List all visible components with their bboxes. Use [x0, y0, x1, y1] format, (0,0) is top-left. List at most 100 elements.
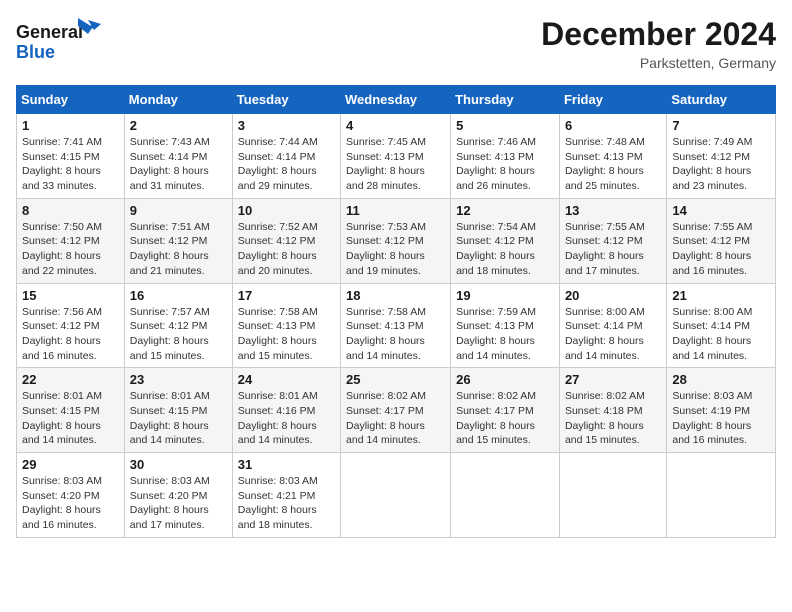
day-number: 5	[456, 118, 554, 133]
svg-text:Blue: Blue	[16, 42, 55, 62]
calendar-week-row: 1 Sunrise: 7:41 AMSunset: 4:15 PMDaylight…	[17, 114, 776, 199]
calendar-cell: 12 Sunrise: 7:54 AMSunset: 4:12 PMDayligh…	[451, 198, 560, 283]
day-info: Sunrise: 7:45 AMSunset: 4:13 PMDaylight:…	[346, 135, 445, 194]
calendar-cell: 21 Sunrise: 8:00 AMSunset: 4:14 PMDayligh…	[667, 283, 776, 368]
calendar-week-row: 22 Sunrise: 8:01 AMSunset: 4:15 PMDayligh…	[17, 368, 776, 453]
location: Parkstetten, Germany	[541, 55, 776, 71]
day-number: 27	[565, 372, 661, 387]
day-number: 3	[238, 118, 335, 133]
day-info: Sunrise: 7:56 AMSunset: 4:12 PMDaylight:…	[22, 305, 119, 364]
weekday-header-saturday: Saturday	[667, 86, 776, 114]
day-number: 23	[130, 372, 227, 387]
day-info: Sunrise: 8:03 AMSunset: 4:20 PMDaylight:…	[130, 474, 227, 533]
day-number: 22	[22, 372, 119, 387]
day-info: Sunrise: 8:00 AMSunset: 4:14 PMDaylight:…	[672, 305, 770, 364]
day-info: Sunrise: 7:43 AMSunset: 4:14 PMDaylight:…	[130, 135, 227, 194]
day-number: 24	[238, 372, 335, 387]
day-number: 12	[456, 203, 554, 218]
calendar-week-row: 8 Sunrise: 7:50 AMSunset: 4:12 PMDaylight…	[17, 198, 776, 283]
day-number: 11	[346, 203, 445, 218]
day-info: Sunrise: 7:58 AMSunset: 4:13 PMDaylight:…	[238, 305, 335, 364]
day-info: Sunrise: 7:55 AMSunset: 4:12 PMDaylight:…	[565, 220, 661, 279]
calendar-cell: 13 Sunrise: 7:55 AMSunset: 4:12 PMDayligh…	[559, 198, 666, 283]
day-info: Sunrise: 7:54 AMSunset: 4:12 PMDaylight:…	[456, 220, 554, 279]
calendar-cell: 8 Sunrise: 7:50 AMSunset: 4:12 PMDaylight…	[17, 198, 125, 283]
day-number: 13	[565, 203, 661, 218]
svg-text:General: General	[16, 22, 83, 42]
calendar-cell: 18Sunrise: 7:58 AMSunset: 4:13 PMDayligh…	[341, 283, 451, 368]
day-number: 4	[346, 118, 445, 133]
day-info: Sunrise: 8:03 AMSunset: 4:21 PMDaylight:…	[238, 474, 335, 533]
calendar-cell: 26Sunrise: 8:02 AMSunset: 4:17 PMDayligh…	[451, 368, 560, 453]
calendar-cell: 24 Sunrise: 8:01 AMSunset: 4:16 PMDayligh…	[232, 368, 340, 453]
day-info: Sunrise: 8:02 AMSunset: 4:17 PMDaylight:…	[456, 389, 554, 448]
day-info: Sunrise: 8:02 AMSunset: 4:18 PMDaylight:…	[565, 389, 661, 448]
day-number: 17	[238, 288, 335, 303]
day-info: Sunrise: 7:57 AMSunset: 4:12 PMDaylight:…	[130, 305, 227, 364]
calendar-week-row: 15 Sunrise: 7:56 AMSunset: 4:12 PMDayligh…	[17, 283, 776, 368]
day-info: Sunrise: 8:01 AMSunset: 4:16 PMDaylight:…	[238, 389, 335, 448]
day-info: Sunrise: 7:52 AMSunset: 4:12 PMDaylight:…	[238, 220, 335, 279]
weekday-header-tuesday: Tuesday	[232, 86, 340, 114]
day-info: Sunrise: 7:58 AMSunset: 4:13 PMDaylight:…	[346, 305, 445, 364]
logo-svg: General Blue	[16, 16, 106, 68]
day-number: 7	[672, 118, 770, 133]
day-number: 10	[238, 203, 335, 218]
day-number: 9	[130, 203, 227, 218]
day-number: 14	[672, 203, 770, 218]
day-info: Sunrise: 7:59 AMSunset: 4:13 PMDaylight:…	[456, 305, 554, 364]
day-number: 16	[130, 288, 227, 303]
day-info: Sunrise: 7:49 AMSunset: 4:12 PMDaylight:…	[672, 135, 770, 194]
day-number: 8	[22, 203, 119, 218]
calendar-cell: 3 Sunrise: 7:44 AMSunset: 4:14 PMDaylight…	[232, 114, 340, 199]
weekday-header-thursday: Thursday	[451, 86, 560, 114]
calendar-cell: 29Sunrise: 8:03 AMSunset: 4:20 PMDayligh…	[17, 453, 125, 538]
calendar-cell: 11Sunrise: 7:53 AMSunset: 4:12 PMDayligh…	[341, 198, 451, 283]
calendar-cell: 17 Sunrise: 7:58 AMSunset: 4:13 PMDayligh…	[232, 283, 340, 368]
day-number: 30	[130, 457, 227, 472]
calendar-cell: 20 Sunrise: 8:00 AMSunset: 4:14 PMDayligh…	[559, 283, 666, 368]
day-info: Sunrise: 7:51 AMSunset: 4:12 PMDaylight:…	[130, 220, 227, 279]
day-number: 1	[22, 118, 119, 133]
calendar-cell	[667, 453, 776, 538]
day-number: 2	[130, 118, 227, 133]
weekday-header-sunday: Sunday	[17, 86, 125, 114]
calendar-cell: 23 Sunrise: 8:01 AMSunset: 4:15 PMDayligh…	[124, 368, 232, 453]
calendar-cell	[559, 453, 666, 538]
logo: General Blue	[16, 16, 106, 73]
calendar-cell: 22Sunrise: 8:01 AMSunset: 4:15 PMDayligh…	[17, 368, 125, 453]
calendar-cell: 7 Sunrise: 7:49 AMSunset: 4:12 PMDaylight…	[667, 114, 776, 199]
day-info: Sunrise: 7:48 AMSunset: 4:13 PMDaylight:…	[565, 135, 661, 194]
weekday-header-wednesday: Wednesday	[341, 86, 451, 114]
calendar-cell: 27 Sunrise: 8:02 AMSunset: 4:18 PMDayligh…	[559, 368, 666, 453]
weekday-header-row: SundayMondayTuesdayWednesdayThursdayFrid…	[17, 86, 776, 114]
day-info: Sunrise: 7:46 AMSunset: 4:13 PMDaylight:…	[456, 135, 554, 194]
calendar-cell: 28 Sunrise: 8:03 AMSunset: 4:19 PMDayligh…	[667, 368, 776, 453]
calendar-cell: 25Sunrise: 8:02 AMSunset: 4:17 PMDayligh…	[341, 368, 451, 453]
calendar-cell: 5 Sunrise: 7:46 AMSunset: 4:13 PMDaylight…	[451, 114, 560, 199]
calendar-cell	[451, 453, 560, 538]
day-info: Sunrise: 8:02 AMSunset: 4:17 PMDaylight:…	[346, 389, 445, 448]
day-number: 21	[672, 288, 770, 303]
day-number: 6	[565, 118, 661, 133]
day-info: Sunrise: 7:50 AMSunset: 4:12 PMDaylight:…	[22, 220, 119, 279]
weekday-header-monday: Monday	[124, 86, 232, 114]
day-info: Sunrise: 8:03 AMSunset: 4:19 PMDaylight:…	[672, 389, 770, 448]
title-block: December 2024 Parkstetten, Germany	[541, 16, 776, 71]
month-title: December 2024	[541, 16, 776, 53]
day-number: 20	[565, 288, 661, 303]
calendar-week-row: 29Sunrise: 8:03 AMSunset: 4:20 PMDayligh…	[17, 453, 776, 538]
calendar-cell: 15 Sunrise: 7:56 AMSunset: 4:12 PMDayligh…	[17, 283, 125, 368]
calendar-table: SundayMondayTuesdayWednesdayThursdayFrid…	[16, 85, 776, 538]
day-info: Sunrise: 7:41 AMSunset: 4:15 PMDaylight:…	[22, 135, 119, 194]
calendar-cell	[341, 453, 451, 538]
day-number: 31	[238, 457, 335, 472]
day-number: 28	[672, 372, 770, 387]
day-info: Sunrise: 7:44 AMSunset: 4:14 PMDaylight:…	[238, 135, 335, 194]
day-info: Sunrise: 8:01 AMSunset: 4:15 PMDaylight:…	[130, 389, 227, 448]
day-number: 15	[22, 288, 119, 303]
calendar-cell: 19Sunrise: 7:59 AMSunset: 4:13 PMDayligh…	[451, 283, 560, 368]
calendar-cell: 30 Sunrise: 8:03 AMSunset: 4:20 PMDayligh…	[124, 453, 232, 538]
day-info: Sunrise: 8:00 AMSunset: 4:14 PMDaylight:…	[565, 305, 661, 364]
page-header: General Blue December 2024 Parkstetten, …	[16, 16, 776, 73]
